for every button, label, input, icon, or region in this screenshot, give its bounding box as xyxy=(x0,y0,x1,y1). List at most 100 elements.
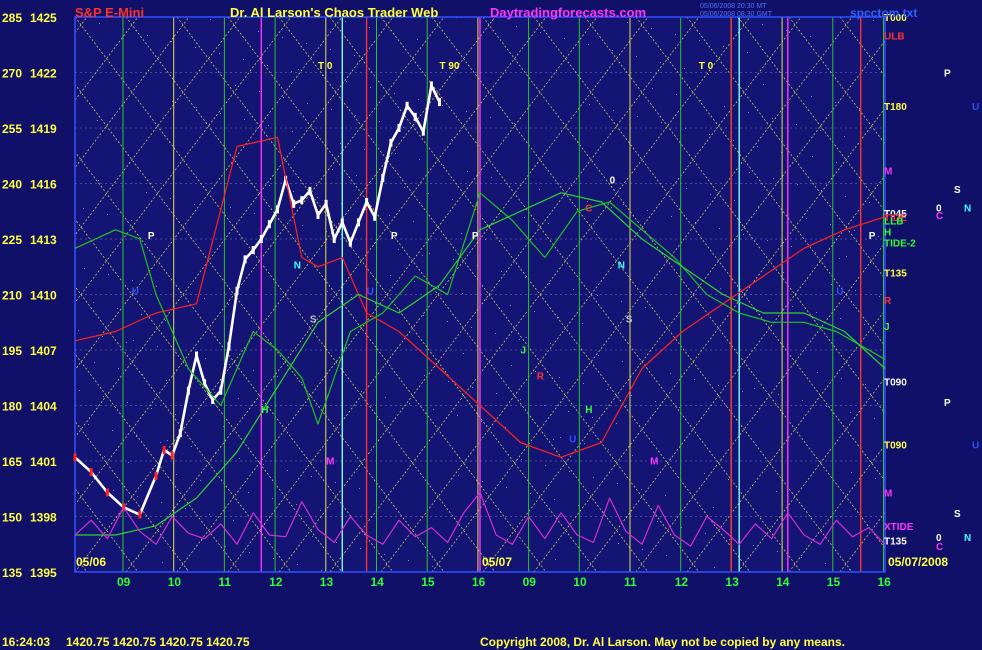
instrument-title: S&P E-Mini xyxy=(75,5,144,20)
bg-dot xyxy=(825,563,826,564)
bg-dot xyxy=(506,487,507,488)
chart-annotation: H xyxy=(261,405,268,416)
bg-dot xyxy=(88,424,89,425)
bg-dot xyxy=(540,32,541,33)
chart-annotation: T 90 xyxy=(440,61,460,72)
bg-dot xyxy=(403,127,404,128)
bg-dot xyxy=(812,156,813,157)
bg-dot xyxy=(742,391,743,392)
bg-dot xyxy=(874,418,875,419)
y-degree-label: 150 xyxy=(2,511,22,525)
bg-dot xyxy=(267,65,268,66)
bg-dot xyxy=(777,551,778,552)
bg-dot xyxy=(360,548,361,549)
bg-dot xyxy=(165,320,166,321)
bg-dot xyxy=(623,204,624,205)
bg-dot xyxy=(652,88,653,89)
bg-dot xyxy=(598,355,599,356)
bg-dot xyxy=(516,26,517,27)
bg-dot xyxy=(657,521,658,522)
bg-dot xyxy=(574,349,575,350)
bg-dot xyxy=(438,287,439,288)
chart-annotation: H xyxy=(585,405,592,416)
bg-dot xyxy=(864,324,865,325)
bg-dot xyxy=(394,93,395,94)
bg-dot xyxy=(510,305,511,306)
right-label: T090 xyxy=(884,377,907,388)
y-degree-label: 180 xyxy=(2,400,22,414)
date-label: 05/07 xyxy=(482,555,512,569)
bg-dot xyxy=(170,198,171,199)
bg-dot xyxy=(495,333,496,334)
bg-dot xyxy=(811,96,812,97)
x-tick-label: 09 xyxy=(523,575,537,589)
price-bar xyxy=(89,468,93,477)
x-tick-label: 16 xyxy=(878,575,892,589)
bg-dot xyxy=(699,40,700,41)
bg-dot xyxy=(607,389,608,390)
bg-dot xyxy=(831,284,832,285)
price-bar xyxy=(316,210,320,219)
bg-dot xyxy=(526,337,527,338)
bg-dot xyxy=(786,30,787,31)
bg-dot xyxy=(713,507,714,508)
right-label: LLB xyxy=(884,217,903,228)
bg-dot xyxy=(589,104,590,105)
bg-dot xyxy=(196,107,197,108)
chart-annotation: U xyxy=(569,435,576,446)
bg-dot xyxy=(404,187,405,188)
far-right-letter: N xyxy=(964,533,971,544)
right-label: T135 xyxy=(884,537,907,548)
bg-dot xyxy=(244,119,245,120)
x-tick-label: 10 xyxy=(573,575,587,589)
bg-dot xyxy=(558,317,559,318)
bg-dot xyxy=(432,566,433,567)
bg-dot xyxy=(395,153,396,154)
far-right-letter: P xyxy=(944,398,951,409)
file-name: spcctom.txt xyxy=(850,6,917,20)
price-bar xyxy=(292,199,296,208)
bg-dot xyxy=(482,481,483,482)
bg-dot xyxy=(131,220,132,221)
bg-dot xyxy=(417,39,418,40)
bg-dot xyxy=(878,236,879,237)
y-degree-label: 165 xyxy=(2,455,22,469)
right-label: M xyxy=(884,167,892,178)
bg-dot xyxy=(647,210,648,211)
chart-title: Dr. Al Larson's Chaos Trader Web xyxy=(230,5,438,20)
bg-dot xyxy=(259,91,260,92)
bg-dot xyxy=(128,462,129,463)
bg-dot xyxy=(700,100,701,101)
bg-dot xyxy=(549,283,550,284)
bg-dot xyxy=(873,20,874,21)
x-tick-label: 16 xyxy=(472,575,486,589)
price-bar xyxy=(340,218,344,227)
bg-dot xyxy=(214,392,215,393)
bg-dot xyxy=(209,514,210,515)
bg-dot xyxy=(660,62,661,63)
bg-dot xyxy=(408,560,409,561)
bg-dot xyxy=(642,549,643,550)
bg-dot xyxy=(132,280,133,281)
bg-dot xyxy=(865,384,866,385)
bg-dot xyxy=(307,103,308,104)
bg-dot xyxy=(113,490,114,491)
y-price-label: 1401 xyxy=(30,455,57,469)
bg-dot xyxy=(719,228,720,229)
chart-annotation: U xyxy=(836,287,843,298)
chart-annotation: U xyxy=(367,287,374,298)
bg-dot xyxy=(773,178,774,179)
bg-dot xyxy=(584,443,585,444)
bg-dot xyxy=(78,330,79,331)
bg-dot xyxy=(631,395,632,396)
x-tick-label: 10 xyxy=(168,575,182,589)
bg-dot xyxy=(806,218,807,219)
price-bar xyxy=(389,138,393,147)
y-degree-label: 135 xyxy=(2,566,22,580)
bg-dot xyxy=(463,353,464,354)
bg-dot xyxy=(708,74,709,75)
bg-dot xyxy=(447,321,448,322)
date-label: 05/07/2008 xyxy=(888,555,948,569)
diagonal-line xyxy=(891,17,982,572)
site-link[interactable]: Daytradingforecasts.com xyxy=(490,5,646,20)
